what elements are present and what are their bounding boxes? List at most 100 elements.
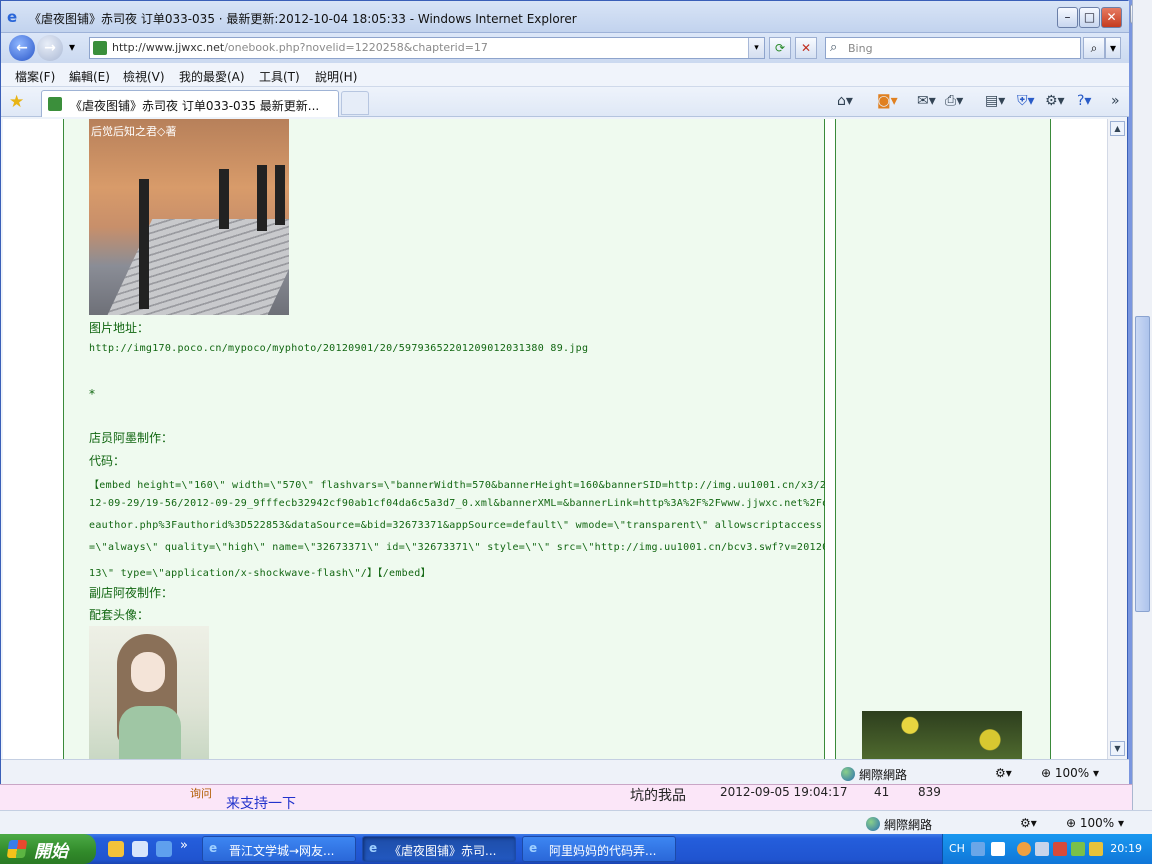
feeds-icon[interactable]: ◙▾ (877, 93, 898, 109)
globe-icon (866, 817, 880, 831)
zoom-control[interactable]: ⊕ 100% ▾ (1041, 766, 1099, 780)
stop-icon[interactable]: ✕ (795, 37, 817, 59)
bg-cell-n2: 839 (918, 785, 941, 799)
image-address-url[interactable]: http://img170.poco.cn/mypoco/myphoto/201… (89, 343, 588, 354)
quicklaunch-more-icon[interactable]: » (180, 838, 188, 853)
bg-zone-label: 網際網路 (884, 818, 933, 832)
menu-favorites[interactable]: 我的最愛(A) (179, 68, 245, 85)
favorites-star-icon[interactable]: ★ (9, 92, 24, 112)
ie-task-icon: e (529, 841, 538, 855)
address-dropdown-icon[interactable]: ▾ (748, 38, 764, 58)
taskbar-item-label: 《虐夜图铺》赤司... (389, 844, 497, 858)
bg-zoom-level: 100% (1079, 816, 1115, 830)
status-bar: 網際網路 ⚙▾ ⊕ 100% ▾ (1, 759, 1129, 785)
menu-edit[interactable]: 編輯(E) (69, 68, 110, 85)
pier-post (257, 165, 267, 231)
internet-zone: 網際網路 (841, 766, 907, 783)
code-label: 代码： (89, 454, 126, 468)
code-line: 【embed height=\"160\" width=\"570\" flas… (89, 480, 833, 491)
url-path: /onebook.php?novelid=1220258&chapterid=1… (224, 41, 488, 54)
quicklaunch-ie-icon[interactable] (156, 841, 172, 857)
bg-cell-type: 询问 (190, 787, 212, 800)
main-column: 后觉后知之君◇著 图片地址： http://img170.poco.cn/myp… (63, 119, 835, 759)
safety-icon[interactable]: ⛨▾ (1017, 93, 1035, 109)
menu-view[interactable]: 檢視(V) (123, 68, 165, 85)
avatar-face-shape (131, 652, 165, 692)
recent-pages-dropdown[interactable]: ▾ (65, 37, 79, 59)
code-line: =\"always\" quality=\"high\" name=\"3267… (89, 542, 835, 553)
column-gap (825, 119, 835, 759)
taskbar-item-alimama[interactable]: e 阿里妈妈的代码弄... (522, 836, 676, 862)
avatar-image (89, 626, 209, 759)
new-tab-button[interactable] (341, 91, 369, 115)
shield-icon[interactable] (1089, 842, 1103, 856)
page-icon[interactable]: ▤▾ (985, 93, 1005, 109)
print-icon[interactable]: ⎙▾ (945, 93, 963, 109)
close-button[interactable]: ✕ (1101, 7, 1122, 28)
scroll-up-icon[interactable]: ▲ (1110, 121, 1125, 136)
page-scrollbar[interactable]: ▲ ▼ (1107, 119, 1127, 759)
tab-current[interactable]: 《虐夜图铺》赤司夜 订单033-035 最新更新... (41, 90, 339, 117)
menu-tools[interactable]: 工具(T) (259, 68, 300, 85)
tray-expand-icon[interactable] (1017, 842, 1031, 856)
network-icon[interactable] (1035, 842, 1049, 856)
pier-post (275, 165, 285, 225)
title-bar[interactable]: e 《虐夜图铺》赤司夜 订单033-035 · 最新更新:2012-10-04 … (1, 1, 1129, 33)
search-button[interactable]: ⌕ (1083, 37, 1105, 59)
ime-icon[interactable] (971, 842, 985, 856)
bg-internet-zone: 網際網路 (866, 816, 932, 833)
system-tray: CH 20:19 (942, 834, 1152, 864)
windows-flag-icon (6, 840, 28, 858)
help-tray-icon[interactable] (991, 842, 1005, 856)
taskbar-item-jjwxc[interactable]: e 晋江文学城→网友... (202, 836, 356, 862)
taskbar-item-current[interactable]: e 《虐夜图铺》赤司... (362, 836, 516, 862)
pier-shape (105, 219, 289, 315)
help-icon[interactable]: ?▾ (1077, 93, 1091, 109)
address-url[interactable]: http://www.jjwxc.net/onebook.php?novelid… (112, 41, 488, 54)
forward-button[interactable]: → (37, 35, 63, 61)
scroll-down-icon[interactable]: ▼ (1110, 741, 1125, 756)
tab-label: 《虐夜图铺》赤司夜 订单033-035 最新更新... (70, 99, 320, 113)
pier-post (219, 169, 229, 229)
zoom-level: 100% (1054, 766, 1090, 780)
code-line: eauthor.php%3Fauthorid%3D522853&dataSour… (89, 520, 823, 531)
search-options-dropdown[interactable]: ▾ (1105, 37, 1121, 59)
background-scrollbar[interactable] (1132, 0, 1152, 812)
avatar-label: 配套头像： (89, 608, 150, 622)
scroll-thumb[interactable] (1135, 316, 1150, 612)
ie-task-icon: e (369, 841, 378, 855)
language-indicator[interactable]: CH (949, 842, 965, 855)
protected-mode-icon[interactable]: ⚙▾ (995, 766, 1012, 780)
right-margin (1051, 119, 1107, 759)
bg-cell-date: 2012-09-05 19:04:17 (720, 785, 848, 799)
quicklaunch-desktop-icon[interactable] (132, 841, 148, 857)
maximize-button[interactable]: □ (1079, 7, 1100, 28)
start-button[interactable]: 開始 (0, 834, 96, 864)
bg-zoom-control[interactable]: ⊕ 100% ▾ (1066, 816, 1124, 830)
start-label: 開始 (34, 842, 68, 862)
back-button[interactable]: ← (9, 35, 35, 61)
home-icon[interactable]: ⌂▾ (837, 93, 853, 109)
search-box[interactable]: ⌕ Bing (825, 37, 1081, 59)
toolbar-overflow-icon[interactable]: » (1111, 93, 1120, 109)
address-bar[interactable]: http://www.jjwxc.net/onebook.php?novelid… (89, 37, 765, 59)
page-content: 后觉后知之君◇著 图片地址： http://img170.poco.cn/myp… (3, 119, 1107, 759)
tab-bar: ★ 《虐夜图铺》赤司夜 订单033-035 最新更新... ⌂▾ ◙▾ ✉▾ ⎙… (1, 87, 1129, 117)
maker2-label: 副店阿夜制作： (89, 586, 174, 600)
antivirus-icon[interactable] (1071, 842, 1085, 856)
taskbar-item-label: 晋江文学城→网友... (229, 844, 335, 858)
menu-help[interactable]: 說明(H) (315, 68, 357, 85)
security-icon[interactable] (1053, 842, 1067, 856)
book-cover-image: 后觉后知之君◇著 (89, 119, 289, 315)
menu-file[interactable]: 檔案(F) (15, 68, 55, 85)
refresh-icon[interactable]: ⟳ (769, 37, 791, 59)
tools-gear-icon[interactable]: ⚙▾ (1045, 93, 1065, 109)
clock[interactable]: 20:19 (1110, 842, 1142, 855)
code-line: 12-09-29/19-56/2012-09-29_9fffecb32942cf… (89, 498, 835, 509)
url-host: http://www.jjwxc.net (112, 41, 225, 54)
minimize-button[interactable]: – (1057, 7, 1078, 28)
quicklaunch-qq-icon[interactable] (108, 841, 124, 857)
mail-icon[interactable]: ✉▾ (917, 93, 936, 109)
cover-caption: 后觉后知之君◇著 (91, 125, 177, 138)
bg-protected-mode-icon[interactable]: ⚙▾ (1020, 816, 1037, 830)
